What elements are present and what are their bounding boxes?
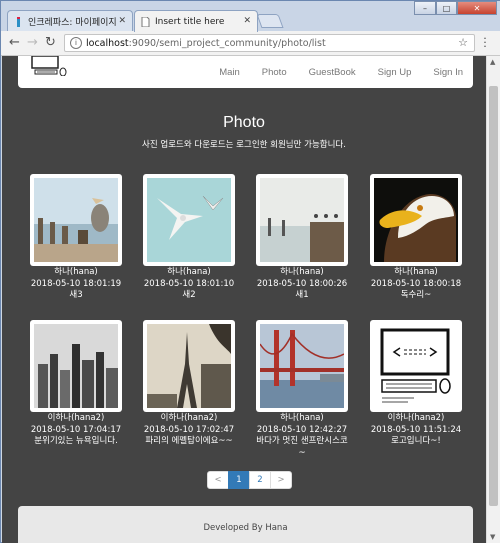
photo-caption: 로고입니다~! — [391, 436, 441, 446]
site-navbar: Main Photo GuestBook Sign Up Sign In — [18, 56, 473, 88]
photo-thumbnail-computer-logo[interactable] — [370, 320, 462, 412]
pagination-next[interactable]: > — [270, 471, 292, 489]
address-bar[interactable]: i localhost:9090/semi_project_community/… — [64, 34, 475, 52]
browser-window: 인크레파스: 마이페이지 ✕ Insert title here ✕ – □ ✕… — [0, 0, 500, 543]
photo-date: 2018-05-10 18:01:19 — [30, 278, 122, 289]
minimize-button[interactable]: – — [414, 1, 436, 15]
photo-date: 2018-05-10 18:01:10 — [143, 278, 235, 289]
photo-caption: 파리의 에펠탑이에요~~ — [145, 436, 233, 446]
page-subtitle: 사진 업로드와 다운로드는 로그인한 회원님만 가능합니다. — [142, 140, 346, 150]
photo-card[interactable]: 하나(hana) 2018-05-10 18:00:26 새1 — [256, 174, 348, 302]
crayon-icon — [14, 16, 23, 27]
vertical-scrollbar[interactable]: ▲ ▼ — [486, 56, 500, 543]
page-icon — [141, 16, 150, 27]
nav-photo[interactable]: Photo — [262, 67, 287, 78]
photo-thumbnail-eagle[interactable] — [370, 174, 462, 266]
close-tab-icon[interactable]: ✕ — [118, 16, 126, 26]
nav-sign-in[interactable]: Sign In — [433, 67, 463, 78]
tab-insert-title[interactable]: Insert title here ✕ — [134, 10, 258, 32]
photo-thumbnail-golden-gate[interactable] — [256, 320, 348, 412]
photo-card[interactable]: 하나(hana) 2018-05-10 18:01:10 새2 — [143, 174, 235, 302]
photo-author: 하나(hana) — [280, 413, 324, 423]
photo-author: 이하나(hana2) — [47, 413, 105, 423]
footer-text: Developed By Hana — [203, 523, 288, 533]
photo-caption: 독수리~ — [400, 290, 432, 300]
close-window-button[interactable]: ✕ — [457, 1, 497, 15]
tab-label: 인크레파스: 마이페이지 — [28, 18, 117, 28]
scroll-down-arrow-icon[interactable]: ▼ — [490, 533, 495, 541]
pagination: < 1 2 > — [207, 471, 292, 489]
nav-guestbook[interactable]: GuestBook — [309, 67, 356, 78]
bookmark-star-icon[interactable]: ☆ — [458, 36, 468, 49]
photo-date: 2018-05-10 17:02:47 — [143, 424, 235, 435]
site-logo[interactable] — [30, 56, 72, 77]
photo-thumbnail-new-york[interactable] — [30, 320, 122, 412]
nav-main[interactable]: Main — [219, 67, 240, 78]
photo-thumbnail-seagulls[interactable] — [143, 174, 235, 266]
photo-caption: 분위기있는 뉴욕입니다. — [34, 436, 118, 446]
forward-icon[interactable]: → — [27, 35, 38, 50]
site-footer: Developed By Hana — [18, 506, 473, 543]
photo-caption: 바다가 멋진 샌프란시스코~ — [256, 436, 348, 458]
nav-sign-up[interactable]: Sign Up — [378, 67, 412, 78]
tab-label: Insert title here — [155, 16, 225, 27]
photo-author: 하나(hana) — [394, 267, 438, 277]
pagination-prev[interactable]: < — [207, 471, 229, 489]
menu-icon[interactable]: · · · — [482, 33, 488, 52]
photo-caption: 새2 — [182, 290, 196, 300]
photo-author: 하나(hana) — [54, 267, 98, 277]
pagination-page-1[interactable]: 1 — [228, 471, 250, 489]
photo-author: 이하나(hana2) — [387, 413, 445, 423]
url-path: :9090/semi_project_community/photo/list — [128, 37, 326, 49]
photo-author: 이하나(hana2) — [160, 413, 218, 423]
photo-date: 2018-05-10 17:04:17 — [30, 424, 122, 435]
close-tab-icon[interactable]: ✕ — [243, 16, 251, 26]
photo-date: 2018-05-10 18:00:18 — [370, 278, 462, 289]
photo-date: 2018-05-10 12:42:27 — [256, 424, 348, 435]
page-title: Photo — [223, 114, 265, 131]
page-viewport: Main Photo GuestBook Sign Up Sign In Pho… — [2, 56, 486, 543]
photo-caption: 새1 — [295, 290, 309, 300]
photo-author: 하나(hana) — [280, 267, 324, 277]
reload-icon[interactable]: ↻ — [45, 35, 56, 50]
new-tab-button[interactable] — [256, 14, 284, 28]
photo-card[interactable]: 이하나(hana2) 2018-05-10 17:02:47 파리의 에펠탑이에… — [143, 320, 235, 448]
photo-card[interactable]: 이하나(hana2) 2018-05-10 11:51:24 로고입니다~! — [370, 320, 462, 448]
url-host: localhost — [86, 37, 129, 49]
photo-card[interactable]: 하나(hana) 2018-05-10 18:00:18 독수리~ — [370, 174, 462, 302]
photo-thumbnail-eiffel-tower[interactable] — [143, 320, 235, 412]
photo-author: 하나(hana) — [167, 267, 211, 277]
scrollbar-thumb[interactable] — [489, 86, 498, 506]
browser-toolbar: ← → ↻ i localhost:9090/semi_project_comm… — [1, 31, 500, 56]
photo-card[interactable]: 하나(hana) 2018-05-10 18:01:19 새3 — [30, 174, 122, 302]
maximize-button[interactable]: □ — [436, 1, 457, 15]
info-icon[interactable]: i — [70, 37, 82, 49]
tab-strip: 인크레파스: 마이페이지 ✕ Insert title here ✕ – □ ✕ — [1, 1, 500, 32]
tab-mypage[interactable]: 인크레파스: 마이페이지 ✕ — [7, 10, 133, 32]
photo-card[interactable]: 이하나(hana2) 2018-05-10 17:04:17 분위기있는 뉴욕입… — [30, 320, 122, 448]
pagination-page-2[interactable]: 2 — [249, 471, 271, 489]
photo-card[interactable]: 하나(hana) 2018-05-10 12:42:27 바다가 멋진 샌프란시… — [256, 320, 348, 459]
back-icon[interactable]: ← — [9, 35, 20, 50]
photo-thumbnail-pelicans[interactable] — [30, 174, 122, 266]
scroll-up-arrow-icon[interactable]: ▲ — [490, 58, 495, 66]
photo-thumbnail-pier-birds[interactable] — [256, 174, 348, 266]
nav-links: Main Photo GuestBook Sign Up Sign In — [197, 67, 463, 78]
photo-date: 2018-05-10 11:51:24 — [370, 424, 462, 435]
photo-date: 2018-05-10 18:00:26 — [256, 278, 348, 289]
photo-caption: 새3 — [69, 290, 83, 300]
